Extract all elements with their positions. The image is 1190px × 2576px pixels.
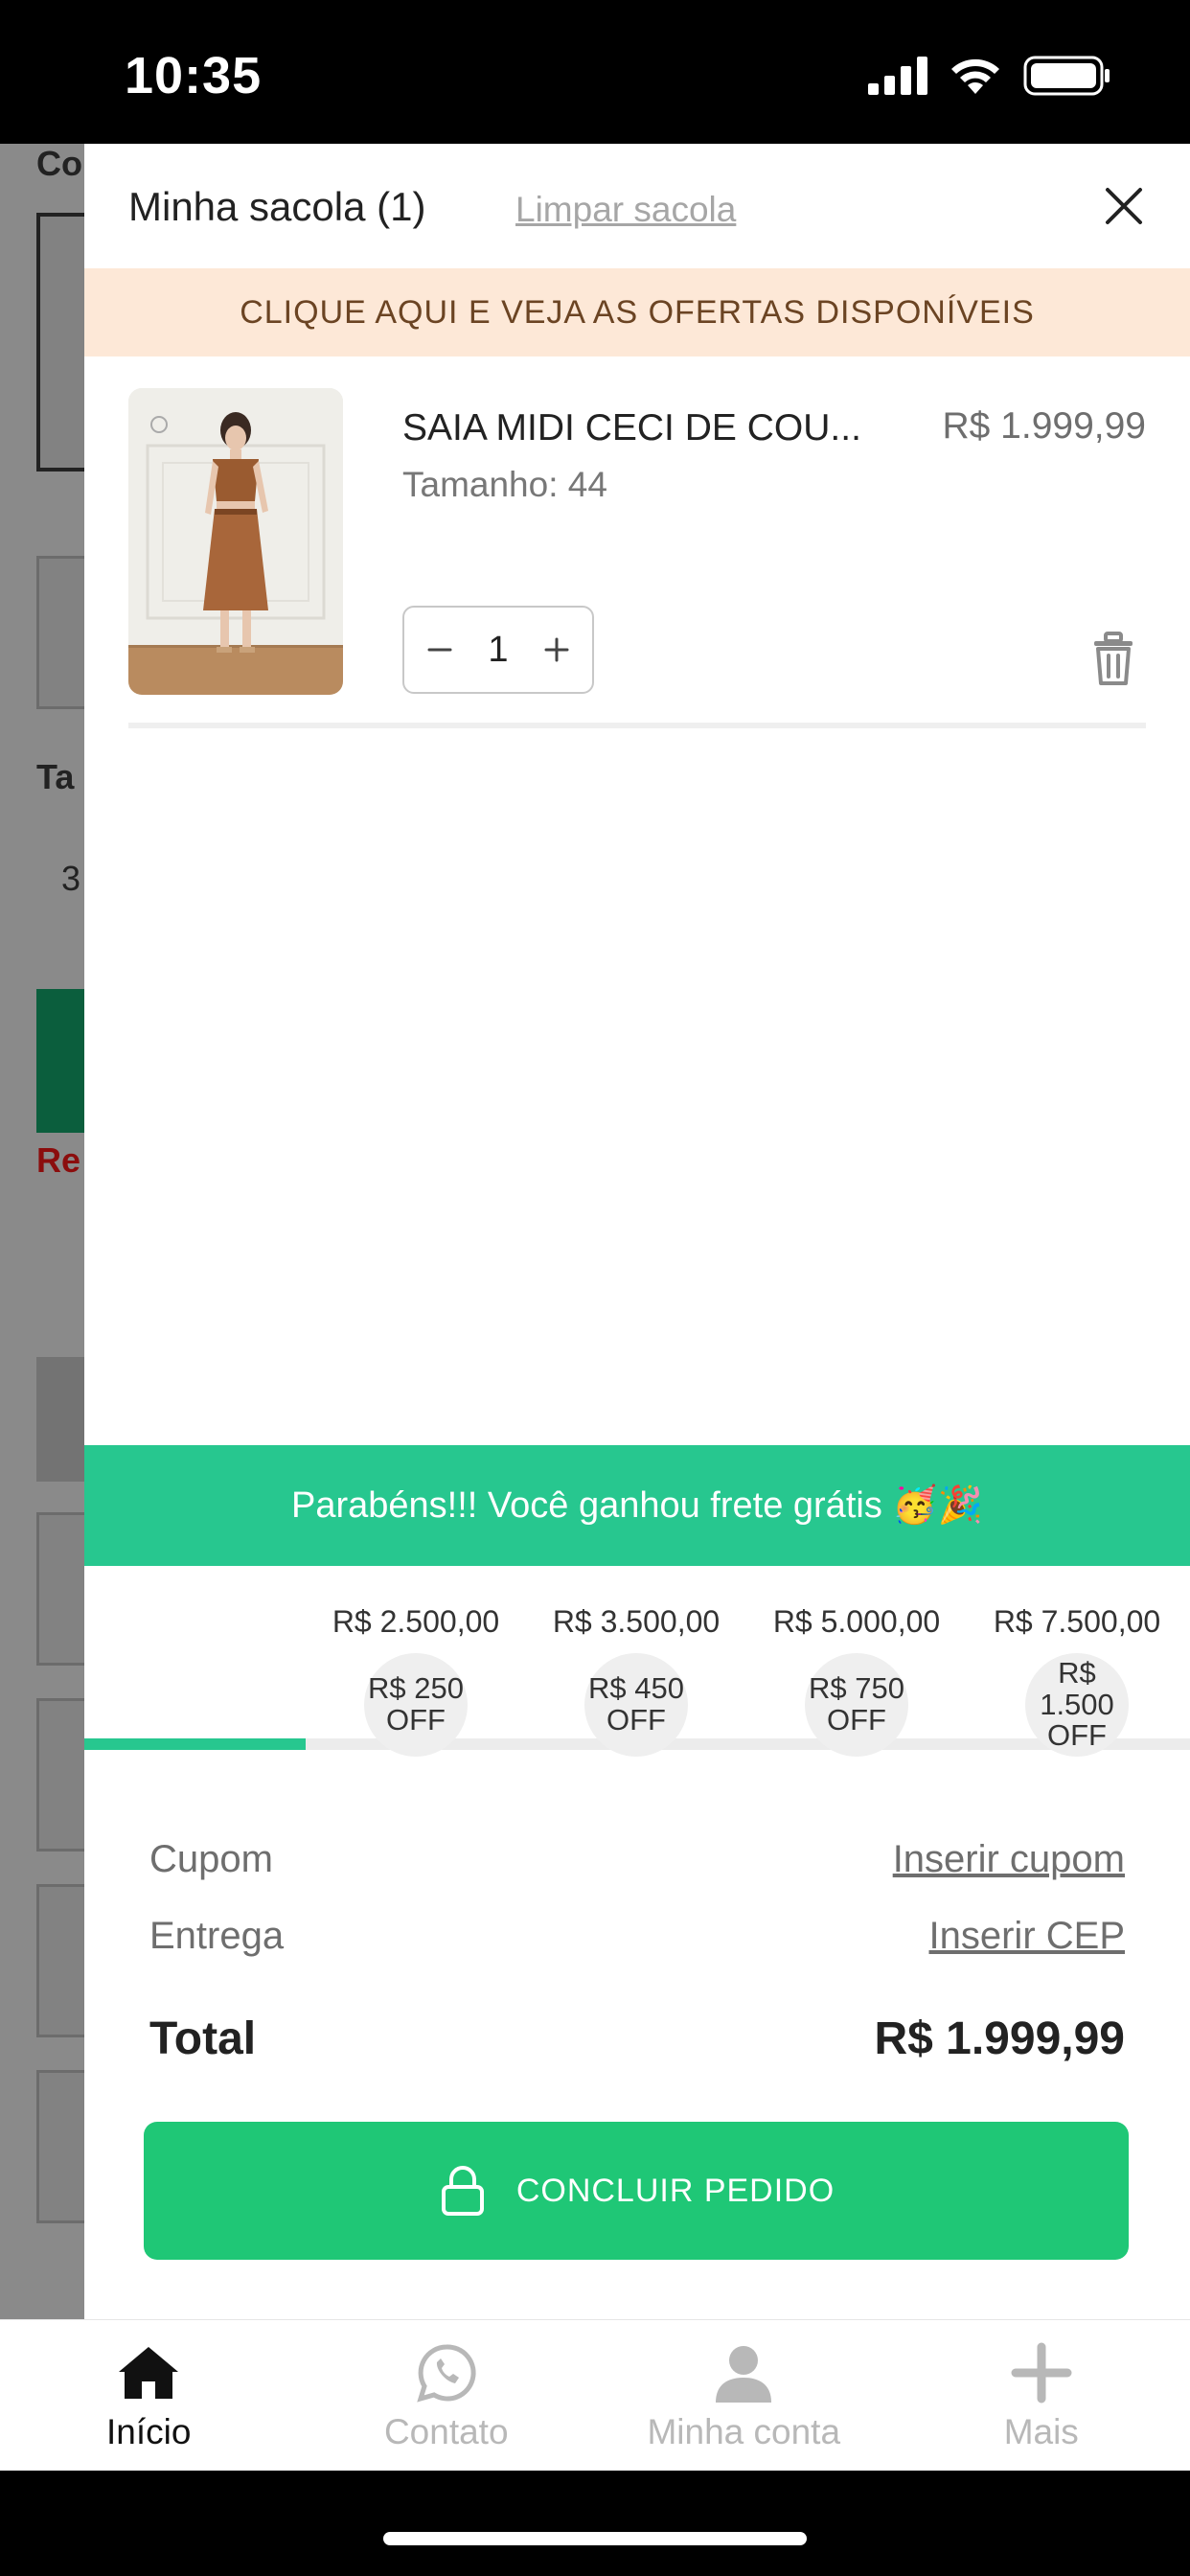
coupon-row: Cupom Inserir cupom [149, 1838, 1125, 1881]
lock-icon [441, 2166, 484, 2216]
tier-threshold: R$ 7.500,00 [993, 1604, 1161, 1639]
tier-discount-badge: R$ 250 OFF [364, 1653, 468, 1757]
tier-discount: R$ 1.500 [1040, 1656, 1114, 1721]
delivery-label: Entrega [149, 1915, 285, 1957]
tier-off: OFF [386, 1703, 446, 1736]
nav-label: Contato [383, 2412, 509, 2451]
close-icon[interactable] [1100, 182, 1148, 230]
quantity-value: 1 [488, 629, 509, 670]
status-icons [868, 56, 1111, 96]
decrease-quantity-button[interactable] [416, 626, 464, 674]
background-box [36, 1698, 84, 1852]
insert-cep-link[interactable]: Inserir CEP [929, 1915, 1126, 1958]
tier-discount: R$ 750 [809, 1671, 904, 1706]
signal-icon [868, 57, 927, 95]
nav-label: Mais [1003, 2412, 1079, 2451]
status-time: 10:35 [125, 47, 263, 104]
product-photo [128, 388, 343, 695]
progress-fill [84, 1738, 306, 1750]
total-label: Total [149, 2013, 257, 2064]
product-size: Tamanho: 44 [402, 465, 607, 504]
insert-coupon-link[interactable]: Inserir cupom [893, 1838, 1125, 1881]
tier-discount-badge: R$ 750 OFF [805, 1653, 908, 1757]
drawer-header: Minha sacola (1) Limpar sacola [84, 144, 1190, 268]
background-red-label: Re [36, 1140, 81, 1180]
status-bar: 10:35 [0, 0, 1190, 144]
whatsapp-icon [417, 2344, 476, 2403]
background-bar [36, 1357, 84, 1482]
tier-threshold: R$ 5.000,00 [772, 1604, 941, 1639]
product-name[interactable]: SAIA MIDI CECI DE COU... [402, 407, 910, 449]
total-value: R$ 1.999,99 [874, 2013, 1125, 2064]
tier-discount: R$ 250 [368, 1671, 464, 1706]
nav-item-contato[interactable]: Contato [298, 2320, 596, 2471]
home-icon [119, 2347, 179, 2399]
background-box [36, 2070, 84, 2223]
tier-off: OFF [606, 1703, 666, 1736]
total-row: Total R$ 1.999,99 [149, 2012, 1125, 2065]
tier-discount-badge: R$ 1.500 OFF [1025, 1653, 1129, 1757]
background-label: Ta [36, 757, 75, 796]
discount-tier: R$ 3.500,00 R$ 450 OFF [531, 1604, 742, 1757]
product-price: R$ 1.999,99 [942, 405, 1146, 447]
background-green-button [36, 989, 84, 1133]
cart-item: SAIA MIDI CECI DE COU... R$ 1.999,99 Tam… [128, 388, 1146, 719]
increase-quantity-button[interactable] [533, 626, 581, 674]
plus-icon [1011, 2342, 1072, 2404]
discount-progress: R$ 2.500,00 R$ 250 OFF R$ 3.500,00 R$ 45… [84, 1566, 1190, 1949]
tier-off: OFF [1047, 1718, 1107, 1753]
clear-bag-link[interactable]: Limpar sacola [515, 190, 736, 230]
discount-tier: R$ 7.500,00 R$ 1.500 OFF [972, 1604, 1182, 1757]
discount-tier: R$ 2.500,00 R$ 250 OFF [310, 1604, 521, 1757]
user-icon [716, 2346, 772, 2403]
offers-banner[interactable]: CLIQUE AQUI E VEJA AS OFERTAS DISPONÍVEI… [84, 268, 1190, 356]
background-label: Co [36, 144, 82, 183]
bag-drawer: Minha sacola (1) Limpar sacola CLIQUE AQ… [84, 144, 1190, 2319]
item-divider [128, 723, 1146, 728]
tier-threshold: R$ 3.500,00 [552, 1604, 721, 1639]
home-indicator-area [0, 2471, 1190, 2576]
nav-item-minha-conta[interactable]: Minha conta [595, 2320, 893, 2471]
tier-discount-badge: R$ 450 OFF [584, 1653, 688, 1757]
background-box [36, 1512, 84, 1666]
background-image-box [36, 213, 84, 472]
free-shipping-banner: Parabéns!!! Você ganhou frete grátis 🥳🎉 [84, 1445, 1190, 1566]
checkout-label: CONCLUIR PEDIDO [515, 2172, 835, 2209]
background-box [36, 556, 84, 709]
bag-title: Minha sacola (1) [128, 184, 426, 229]
background-label: 3 [61, 859, 81, 898]
quantity-stepper: 1 [402, 606, 594, 694]
minus-icon [427, 648, 452, 652]
plus-icon [544, 637, 569, 662]
checkout-button[interactable]: CONCLUIR PEDIDO [144, 2122, 1129, 2260]
tier-discount: R$ 450 [588, 1671, 684, 1706]
trash-icon[interactable] [1088, 630, 1138, 687]
wifi-icon [951, 58, 999, 94]
nav-item-inicio[interactable]: Início [0, 2320, 298, 2471]
tier-off: OFF [827, 1703, 886, 1736]
tier-threshold: R$ 2.500,00 [332, 1604, 500, 1639]
nav-label: Início [106, 2412, 192, 2451]
product-image[interactable] [128, 388, 343, 695]
background-box [36, 1884, 84, 2037]
bottom-nav: Início Contato Minha conta Mais [0, 2319, 1190, 2471]
battery-icon [1023, 56, 1110, 96]
nav-item-mais[interactable]: Mais [893, 2320, 1190, 2471]
coupon-label: Cupom [149, 1838, 273, 1880]
discount-tier: R$ 5.000,00 R$ 750 OFF [751, 1604, 962, 1757]
home-indicator[interactable] [383, 2532, 807, 2545]
nav-label: Minha conta [647, 2412, 841, 2451]
delivery-row: Entrega Inserir CEP [149, 1915, 1125, 1958]
